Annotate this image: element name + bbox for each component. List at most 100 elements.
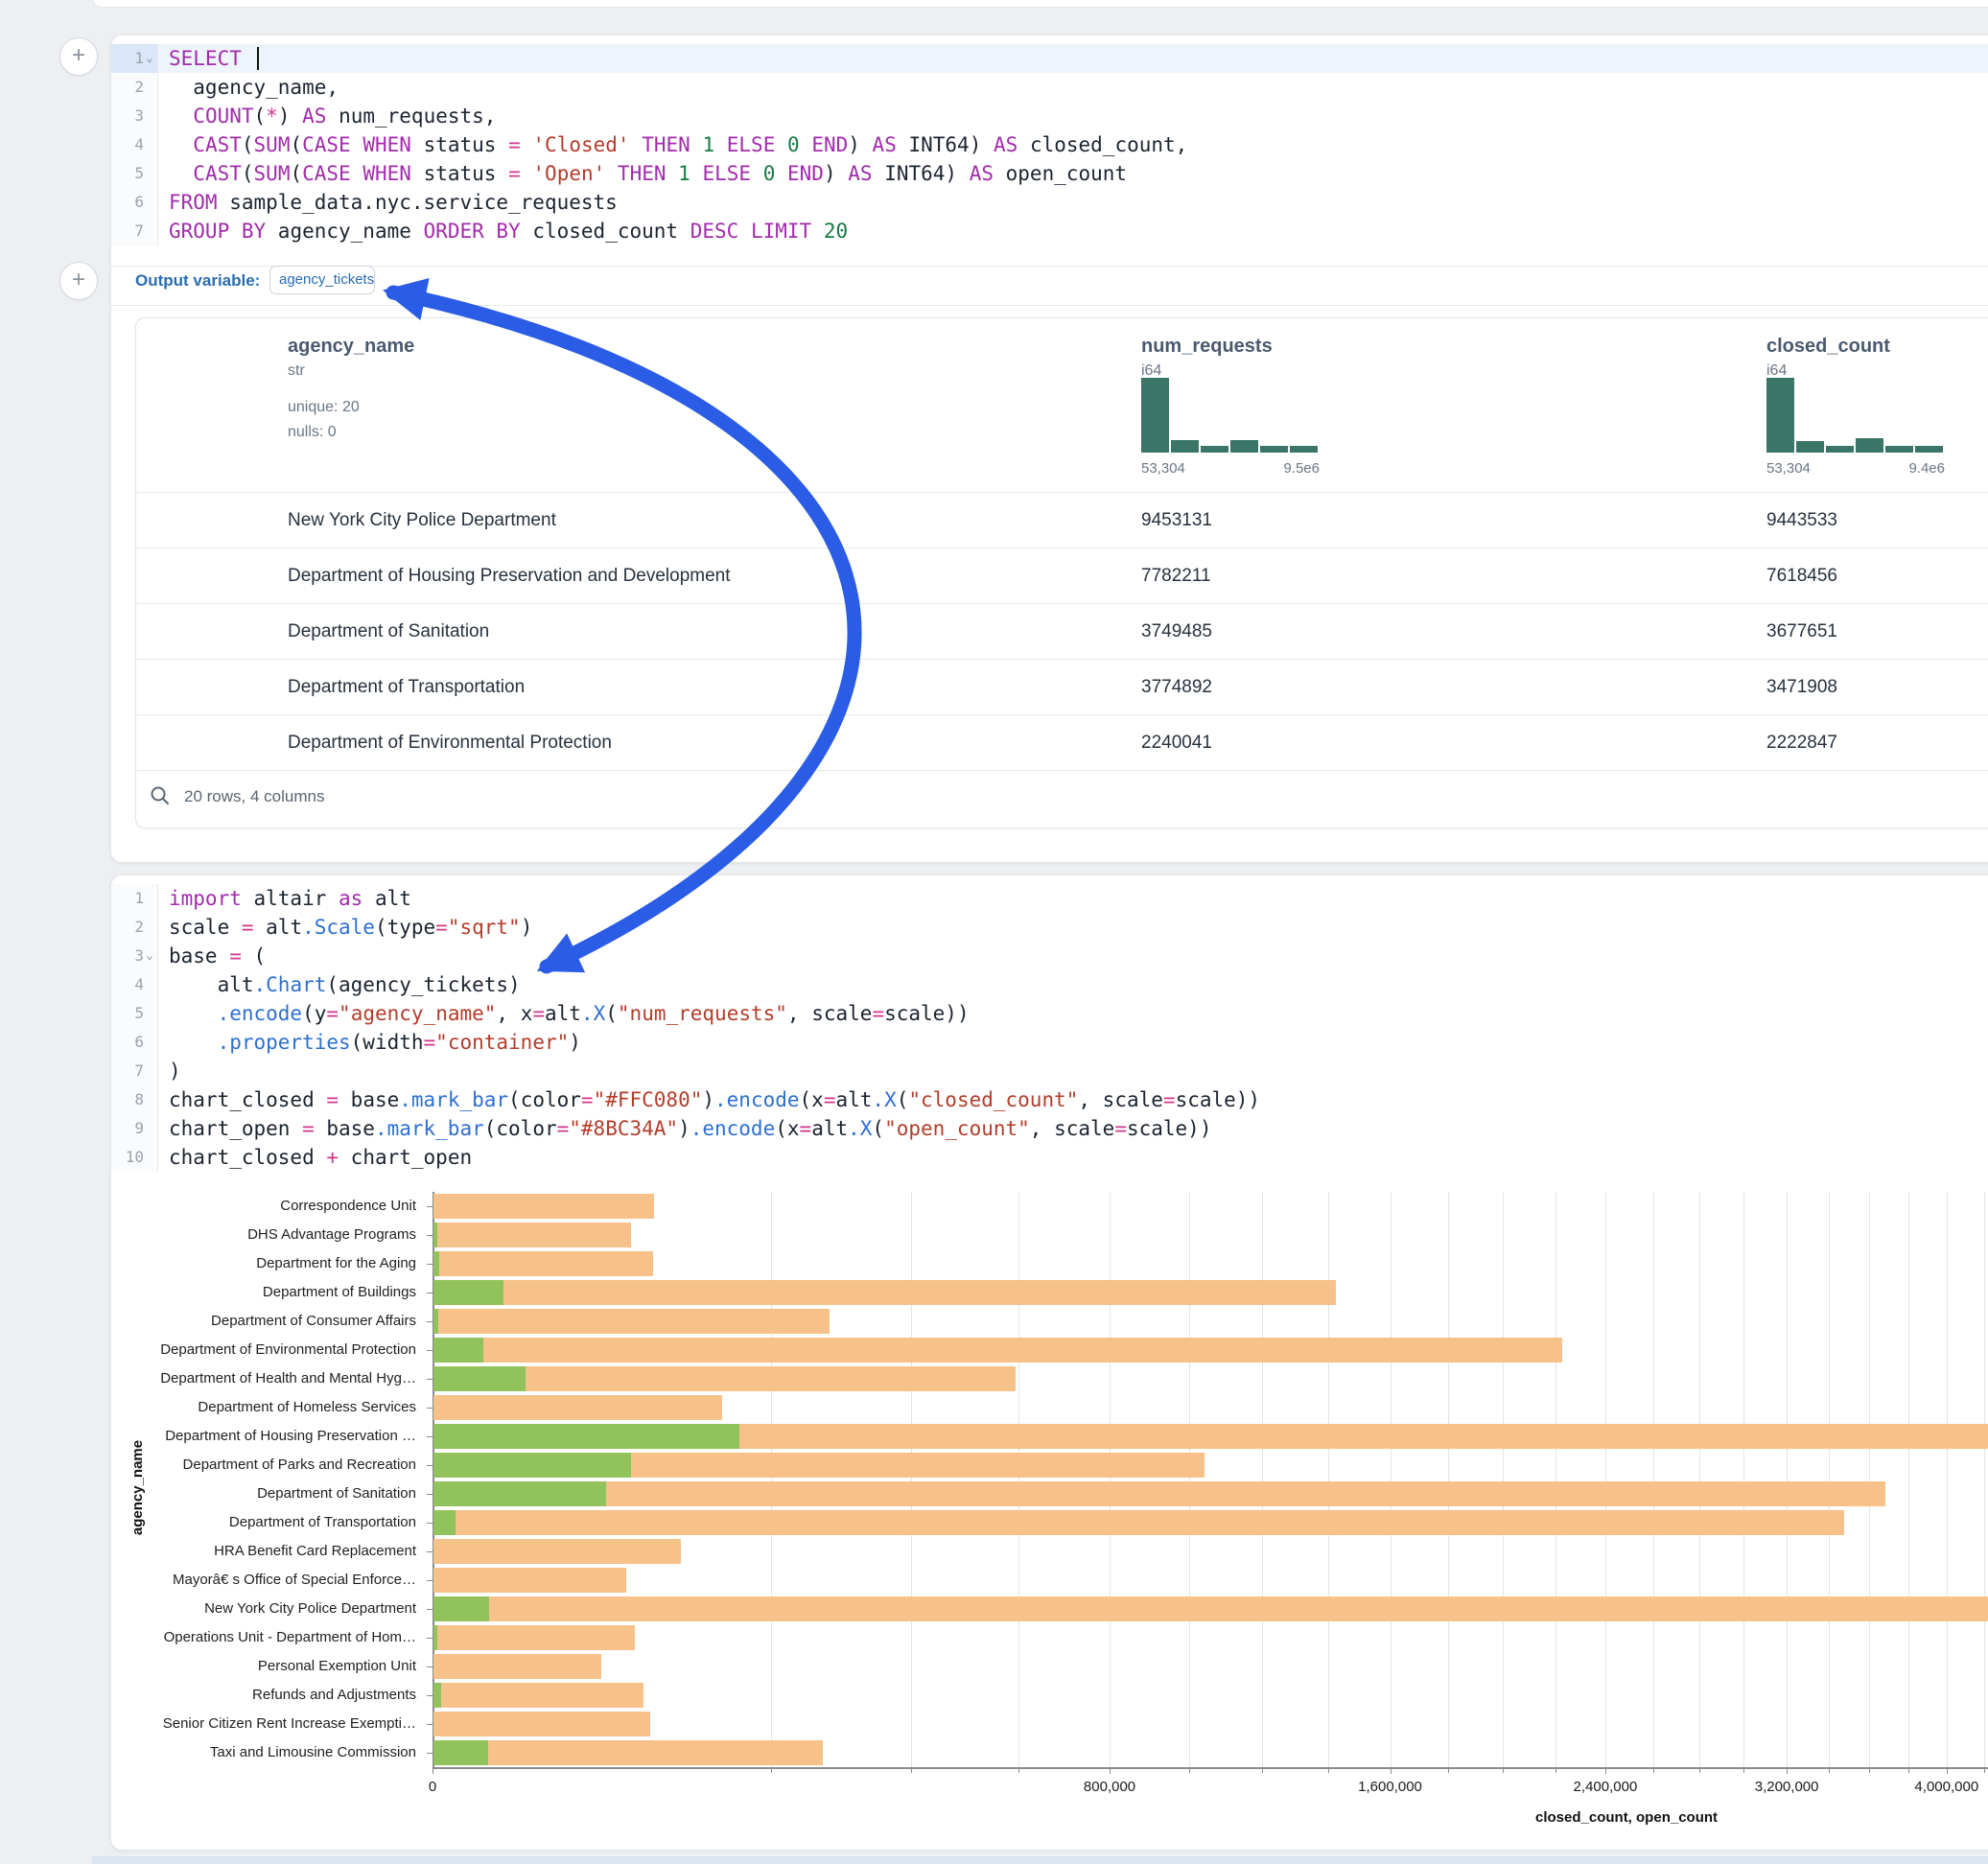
add-cell-button-output[interactable]: + xyxy=(59,262,98,300)
fold-chevron-icon[interactable]: ⌄ xyxy=(146,44,153,73)
y-category-label: Department of Homeless Services xyxy=(140,1399,416,1415)
x-tick-label: 800,000 xyxy=(1084,1779,1135,1795)
add-cell-button-top[interactable]: + xyxy=(59,37,98,76)
y-category-label: HRA Benefit Card Replacement xyxy=(140,1543,416,1559)
code-line: 3⌄base = ( xyxy=(111,942,1988,970)
code-line-text: GROUP BY agency_name ORDER BY closed_cou… xyxy=(169,217,848,245)
code-line-text: .properties(width="container") xyxy=(169,1028,581,1057)
line-number: 6 xyxy=(111,188,158,217)
code-token: = xyxy=(302,1117,315,1140)
code-token: open_count xyxy=(994,162,1127,185)
code-token: .encode xyxy=(714,1088,800,1111)
code-line: 9chart_open = base.mark_bar(color="#8BC3… xyxy=(111,1114,1988,1143)
code-line: 1 import altair as alt xyxy=(111,884,1988,913)
column-header-agency_name[interactable]: agency_name xyxy=(288,336,414,358)
table-cell: 3677651 xyxy=(1766,604,1837,660)
code-token: = xyxy=(581,1088,594,1111)
code-token xyxy=(605,162,618,185)
code-token: AS xyxy=(970,162,994,185)
chart-gridline xyxy=(1110,1192,1111,1767)
code-token: ) xyxy=(678,1117,690,1140)
y-tick xyxy=(427,1408,433,1409)
fold-chevron-icon[interactable]: ⌄ xyxy=(146,942,153,970)
code-line: 10chart_closed + chart_open xyxy=(111,1143,1988,1172)
code-token: CASE xyxy=(302,162,351,185)
code-token: .X xyxy=(848,1117,872,1140)
code-line-text: agency_name, xyxy=(169,73,339,102)
code-line: 7GROUP BY agency_name ORDER BY closed_co… xyxy=(111,217,1988,245)
column-header-num_requests[interactable]: num_requests xyxy=(1141,336,1273,358)
code-token xyxy=(169,133,193,156)
bar-open-count xyxy=(433,1453,631,1479)
histogram-bar xyxy=(1856,438,1883,453)
code-token: GROUP BY xyxy=(169,220,266,243)
code-token: (agency_tickets) xyxy=(326,973,520,996)
code-token: = xyxy=(508,162,521,185)
code-token: .Scale xyxy=(302,916,375,939)
code-token: END xyxy=(787,162,824,185)
code-line-text: import altair as alt xyxy=(169,884,411,913)
line-number: 5 xyxy=(111,159,158,188)
code-token: ( xyxy=(290,162,302,185)
y-tick xyxy=(427,1695,433,1696)
table-row[interactable]: New York City Police Department945313194… xyxy=(136,492,1988,548)
code-token: WHEN xyxy=(363,162,411,185)
code-token: alt xyxy=(169,973,254,996)
table-row[interactable]: Department of Sanitation37494853677651 xyxy=(136,603,1988,660)
bar-open-count xyxy=(433,1596,489,1622)
table-row[interactable]: Department of Transportation377489234719… xyxy=(136,659,1988,715)
code-token: ) xyxy=(278,105,302,128)
table-row[interactable]: Department of Environmental Protection22… xyxy=(136,714,1988,771)
code-token: INT64) xyxy=(897,133,994,156)
code-token: chart_open xyxy=(339,1146,472,1169)
code-line: 8chart_closed = base.mark_bar(color="#FF… xyxy=(111,1085,1988,1114)
code-token: chart_open xyxy=(169,1117,302,1140)
code-token: scale)) xyxy=(1176,1088,1261,1111)
sql-code-editor[interactable]: 1⌄SELECT 2 agency_name,3 COUNT(*) AS num… xyxy=(111,44,1988,252)
python-code-editor[interactable]: 1import altair as alt2scale = alt.Scale(… xyxy=(111,884,1988,1174)
notebook-canvas: { "colors": { "arrow_blue": "#2b5ce6", "… xyxy=(0,0,1988,1864)
code-token: = xyxy=(824,1088,836,1111)
y-tick xyxy=(427,1724,433,1725)
bar-closed-count xyxy=(433,1309,830,1335)
bar-closed-count xyxy=(433,1223,631,1248)
code-token: SUM xyxy=(254,162,291,185)
bar-open-count xyxy=(433,1223,437,1248)
code-token: * xyxy=(266,105,278,128)
code-token xyxy=(738,220,751,243)
code-token: alt xyxy=(545,1002,581,1025)
code-token xyxy=(667,162,679,185)
output-variable-chip[interactable]: agency_tickets xyxy=(269,266,375,294)
code-token xyxy=(775,162,787,185)
y-tick xyxy=(427,1666,433,1667)
table-row[interactable]: Department of Housing Preservation and D… xyxy=(136,548,1988,604)
code-token: ( xyxy=(605,1002,618,1025)
code-token: = xyxy=(1114,1117,1127,1140)
y-category-label: Department for the Aging xyxy=(140,1255,416,1271)
chart-gridline xyxy=(1787,1192,1788,1767)
code-token: COUNT xyxy=(193,105,253,128)
bar-closed-count xyxy=(433,1625,635,1651)
code-token: CASE xyxy=(302,133,351,156)
histogram-max-label: 9.4e6 xyxy=(1872,460,1945,477)
chart-gridline xyxy=(1555,1192,1556,1767)
histogram-max-label: 9.5e6 xyxy=(1247,460,1320,477)
code-line-text: scale = alt.Scale(type="sqrt") xyxy=(169,913,532,942)
code-token: ELSE xyxy=(702,162,751,185)
code-token: "sqrt" xyxy=(448,916,521,939)
y-tick xyxy=(427,1264,433,1265)
code-token: AS xyxy=(873,133,897,156)
line-number: 1 xyxy=(111,884,158,913)
output-variable-label: Output variable: xyxy=(135,271,260,291)
y-category-label: Department of Parks and Recreation xyxy=(140,1456,416,1473)
column-header-closed_count[interactable]: closed_count xyxy=(1766,336,1890,358)
code-token: 20 xyxy=(824,220,848,243)
table-cell: 3749485 xyxy=(1141,604,1212,660)
table-cell: 3774892 xyxy=(1141,660,1212,715)
code-token: = xyxy=(800,1117,812,1140)
table-search-icon[interactable] xyxy=(150,785,171,806)
code-token: ) xyxy=(848,133,872,156)
table-cell: 9443533 xyxy=(1766,493,1837,548)
x-tick-label: 0 xyxy=(429,1779,436,1795)
y-tick xyxy=(427,1753,433,1754)
